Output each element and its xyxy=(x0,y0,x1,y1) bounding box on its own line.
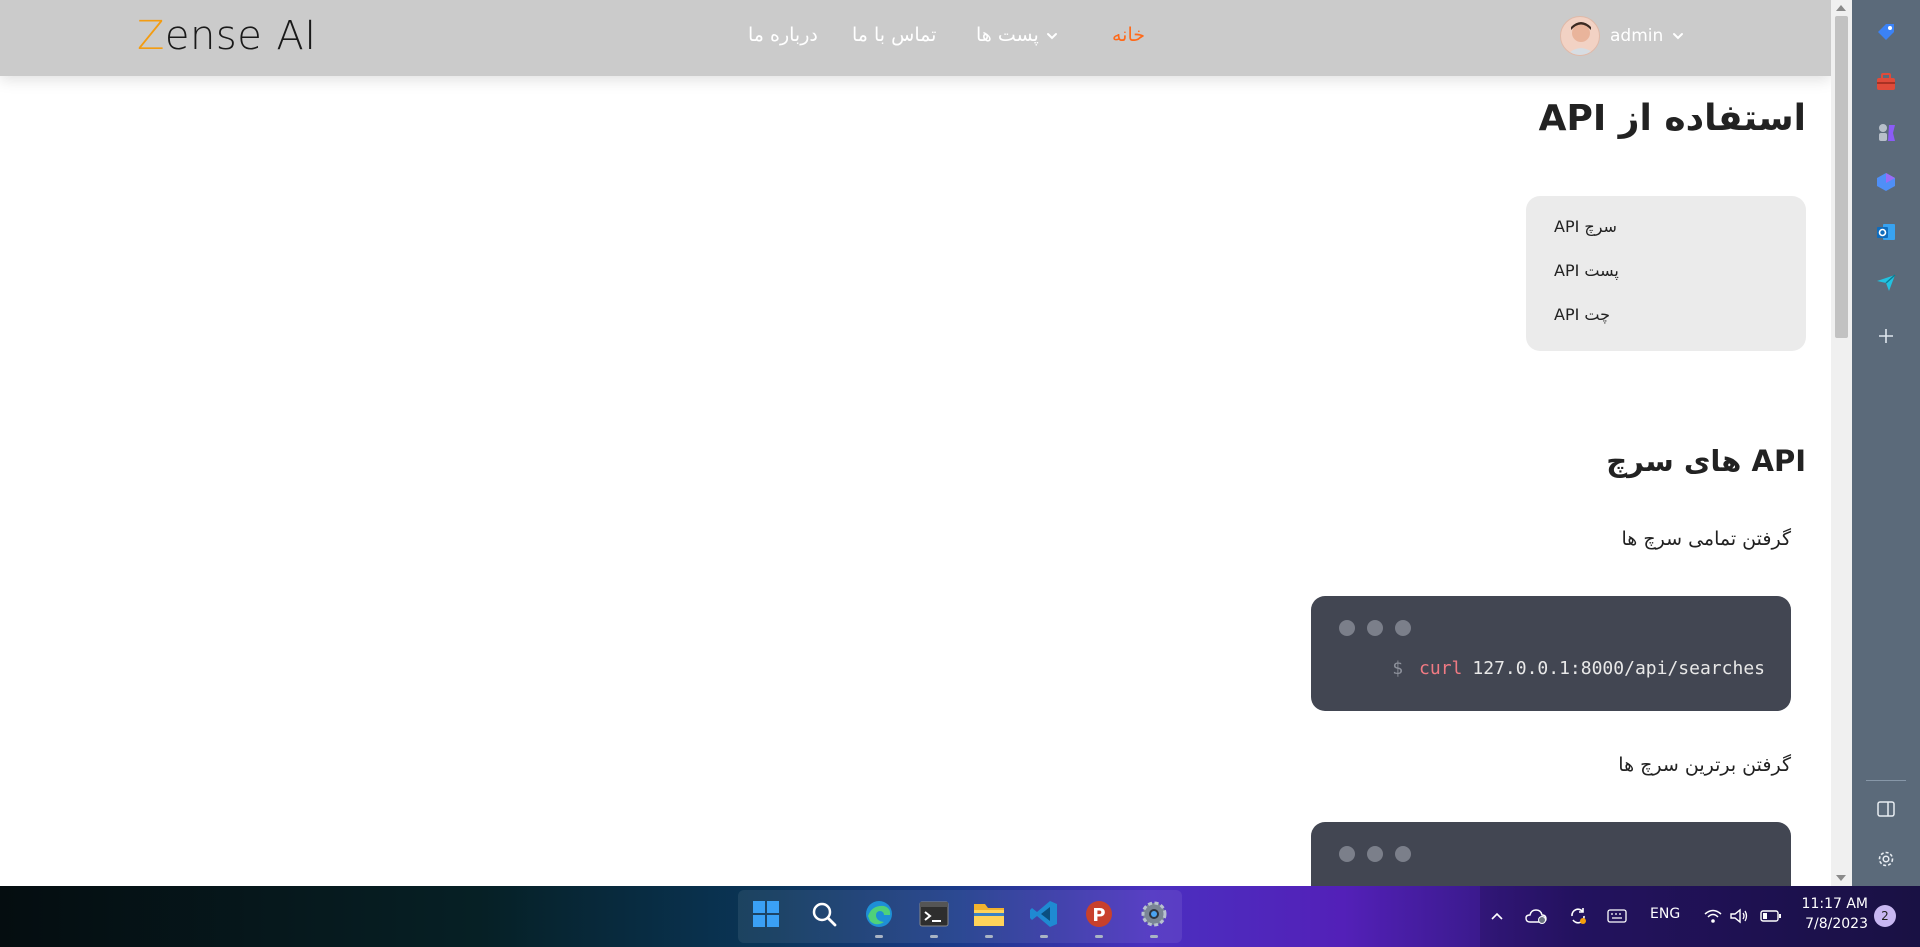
nav-home-link[interactable]: خانه xyxy=(1112,22,1145,48)
logo-text: ense xyxy=(164,13,263,59)
window-dots xyxy=(1339,620,1411,636)
chevron-down-icon xyxy=(1046,32,1057,39)
clock-time: 11:17 AM xyxy=(1801,896,1868,912)
gear-icon[interactable] xyxy=(1874,847,1898,871)
username-label: admin xyxy=(1610,26,1664,46)
taskbar-pinned-apps xyxy=(738,890,1182,943)
window-dot xyxy=(1395,620,1411,636)
file-explorer-icon[interactable] xyxy=(973,898,1005,938)
windows-taskbar: P ENG 11:17 AM 7/8/2023 2 xyxy=(0,886,1920,947)
language-indicator[interactable]: ENG xyxy=(1650,906,1680,922)
web-page: Zense AI خانه پست ها تماس با ما درباره ما… xyxy=(0,0,1831,886)
running-indicator xyxy=(1095,935,1103,938)
chevron-up-icon[interactable] xyxy=(1486,905,1508,927)
window-dot xyxy=(1367,620,1383,636)
svg-text:P: P xyxy=(1092,905,1105,926)
scroll-up-icon[interactable] xyxy=(1836,5,1846,11)
add-icon[interactable] xyxy=(1874,324,1898,348)
edge-browser-icon[interactable] xyxy=(863,898,895,938)
table-of-contents: سرچ API پست API چت API xyxy=(1526,196,1806,351)
wifi-icon[interactable] xyxy=(1702,905,1724,927)
sidebar-toggle-icon[interactable] xyxy=(1874,797,1898,821)
avatar xyxy=(1560,16,1600,56)
sub-heading-all-searches: گرفتن تمامی سرچ ها xyxy=(1621,528,1791,550)
outlook-icon[interactable] xyxy=(1874,220,1898,244)
toc-item-chat-api[interactable]: چت API xyxy=(1554,304,1778,326)
code-argument: 127.0.0.1:8000/api/searches xyxy=(1472,658,1765,679)
system-clock[interactable]: 11:17 AM 7/8/2023 xyxy=(1796,894,1868,934)
code-block xyxy=(1311,822,1791,886)
chevron-down-icon xyxy=(1673,33,1684,40)
nav-posts-label: پست ها xyxy=(976,24,1039,46)
section-title: API های سرچ xyxy=(1606,444,1806,478)
window-dot xyxy=(1367,846,1383,862)
copilot-icon[interactable] xyxy=(1874,170,1898,194)
code-line: $ curl 127.0.0.1:8000/api/searches xyxy=(1392,658,1765,679)
vscode-icon[interactable] xyxy=(1028,898,1060,938)
scrollbar-thumb[interactable] xyxy=(1835,16,1848,338)
running-indicator xyxy=(1150,935,1158,938)
toc-item-post-api[interactable]: پست API xyxy=(1554,260,1778,282)
browser-side-panel xyxy=(1852,0,1920,886)
nav-contact-link[interactable]: تماس با ما xyxy=(852,22,936,48)
user-menu[interactable]: admin xyxy=(1560,15,1685,57)
running-indicator xyxy=(875,935,883,938)
site-logo[interactable]: Zense AI xyxy=(137,14,317,58)
running-indicator xyxy=(930,935,938,938)
games-icon[interactable] xyxy=(1874,120,1898,144)
nav-about-link[interactable]: درباره ما xyxy=(748,22,818,48)
onedrive-icon[interactable] xyxy=(1525,905,1547,927)
postman-icon[interactable]: P xyxy=(1083,898,1115,938)
volume-icon[interactable] xyxy=(1728,905,1750,927)
running-indicator xyxy=(1040,935,1048,938)
toolbox-icon[interactable] xyxy=(1874,70,1898,94)
window-dots xyxy=(1339,846,1411,862)
toc-item-search-api[interactable]: سرچ API xyxy=(1554,216,1778,238)
logo-letter-z: Z xyxy=(137,13,165,59)
sub-heading-top-searches: گرفتن برترین سرچ ها xyxy=(1618,754,1791,776)
top-navbar: Zense AI خانه پست ها تماس با ما درباره ما… xyxy=(0,0,1831,76)
divider xyxy=(1866,780,1906,781)
search-icon[interactable] xyxy=(808,898,840,930)
notification-badge[interactable]: 2 xyxy=(1874,905,1896,927)
window-dot xyxy=(1395,846,1411,862)
nav-posts-dropdown[interactable]: پست ها xyxy=(976,22,1067,48)
window-dot xyxy=(1339,846,1355,862)
logo-ai-text: AI xyxy=(276,13,317,59)
shell-prompt: $ xyxy=(1392,658,1404,679)
terminal-icon[interactable] xyxy=(918,898,950,938)
code-command: curl xyxy=(1419,658,1463,679)
keyboard-icon[interactable] xyxy=(1606,905,1628,927)
send-icon[interactable] xyxy=(1874,270,1898,294)
page-title: استفاده از API xyxy=(1538,98,1806,139)
code-block: $ curl 127.0.0.1:8000/api/searches xyxy=(1311,596,1791,711)
windows-start-icon[interactable] xyxy=(750,898,782,930)
vertical-scrollbar[interactable] xyxy=(1831,0,1852,886)
clock-date: 7/8/2023 xyxy=(1805,916,1868,932)
settings-app-icon[interactable] xyxy=(1138,898,1170,938)
tag-icon[interactable] xyxy=(1874,20,1898,44)
sync-icon[interactable] xyxy=(1567,905,1589,927)
battery-icon[interactable] xyxy=(1760,905,1782,927)
running-indicator xyxy=(985,935,993,938)
scroll-down-icon[interactable] xyxy=(1836,875,1846,881)
window-dot xyxy=(1339,620,1355,636)
